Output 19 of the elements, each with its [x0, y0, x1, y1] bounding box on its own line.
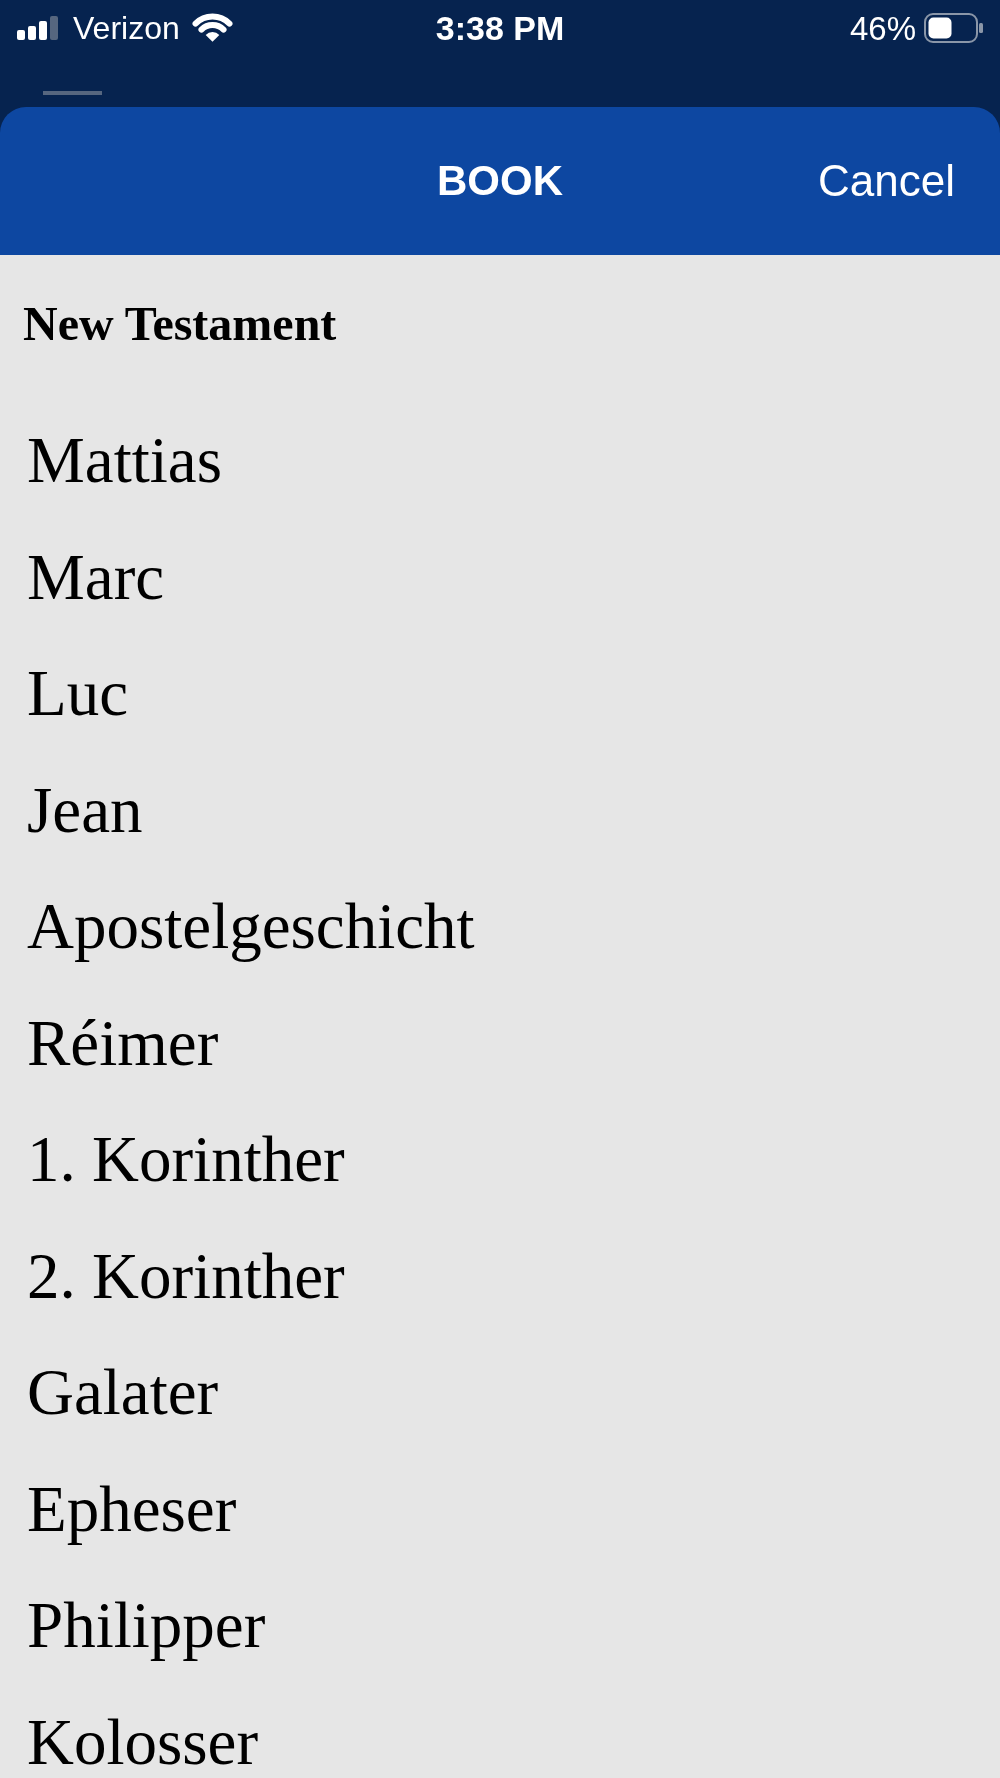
book-item[interactable]: Réimer [27, 1010, 219, 1076]
section-heading: New Testament [23, 300, 338, 348]
sheet-title: BOOK [437, 160, 563, 202]
book-item[interactable]: 2. Korinther [27, 1243, 345, 1309]
book-item[interactable]: Marc [27, 544, 165, 610]
clock-time: 3:38 PM [435, 11, 565, 45]
book-item[interactable]: Galater [27, 1360, 219, 1425]
menu-icon [43, 91, 102, 95]
signal-icon [17, 16, 61, 40]
wifi-icon [191, 13, 233, 43]
battery-icon [924, 13, 984, 43]
book-item[interactable]: 1. Korinther [27, 1127, 345, 1192]
cancel-button[interactable]: Cancel [818, 159, 955, 203]
book-item[interactable]: Luc [27, 661, 129, 726]
book-item[interactable]: Jean [27, 777, 143, 843]
book-item[interactable]: Kolosser [27, 1709, 259, 1775]
book-item[interactable]: Mattias [27, 428, 222, 493]
battery-percent: 46% [849, 11, 916, 45]
carrier-name: Verizon [73, 12, 180, 44]
